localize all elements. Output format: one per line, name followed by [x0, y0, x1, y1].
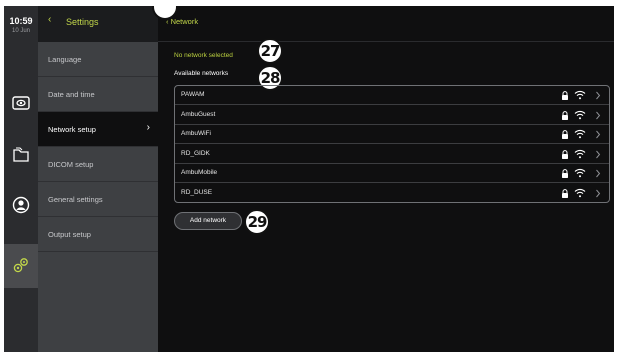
network-name: RD_GIDK	[181, 149, 210, 157]
network-status-text: No network selected	[174, 52, 233, 59]
wifi-icon	[574, 110, 586, 119]
left-rail: 10:59 10 Jun	[4, 6, 38, 352]
network-row[interactable]: AmbuMobile	[175, 164, 609, 184]
menu-item-language[interactable]: Language	[38, 42, 158, 77]
network-title: Network	[170, 17, 199, 26]
callout-29: 29	[244, 209, 270, 235]
wifi-icon	[574, 188, 586, 197]
lock-icon	[562, 188, 568, 198]
menu-item-output-setup[interactable]: Output setup	[38, 217, 158, 252]
menu-item-label: Language	[48, 55, 82, 64]
network-row[interactable]: RD_DUSE	[175, 184, 609, 203]
network-name: AmbuMobile	[181, 169, 218, 176]
chevron-right-icon	[596, 150, 601, 158]
back-chevron-icon[interactable]: ‹	[48, 14, 51, 25]
lock-icon	[562, 91, 568, 100]
clock-time: 10:59	[9, 16, 33, 26]
menu-item-date-and-time[interactable]: Date and time	[38, 77, 158, 112]
lock-icon	[562, 110, 568, 120]
network-name: PAWAM	[181, 91, 205, 98]
lock-icon	[562, 169, 568, 178]
clock-date: 10 Jun	[11, 28, 30, 34]
wifi-icon	[574, 90, 586, 100]
wifi-icon	[574, 129, 586, 139]
image-icon[interactable]	[11, 94, 31, 112]
network-panel: ‹ Network No network selected 27 Availab…	[158, 6, 614, 352]
network-row[interactable]: PAWAM	[175, 86, 609, 106]
network-name: RD_DUSE	[181, 188, 213, 196]
settings-title: Settings	[66, 17, 99, 27]
menu-item-label: Network setup	[48, 125, 96, 134]
network-row[interactable]: RD_GIDK	[175, 145, 609, 164]
callout-27: 27	[257, 38, 283, 64]
chevron-right-icon	[596, 189, 601, 197]
device-screen: 10:59 10 Jun ‹ Settings Language Date an…	[4, 6, 614, 352]
chevron-right-icon: ›	[146, 122, 150, 133]
menu-item-network-setup[interactable]: Network setup ›	[38, 112, 158, 147]
menu-item-label: General settings	[48, 195, 103, 204]
chevron-right-icon	[596, 111, 601, 119]
folder-icon[interactable]	[11, 146, 31, 164]
menu-item-label: Date and time	[48, 90, 95, 99]
add-network-button[interactable]: Add network	[174, 212, 242, 230]
menu-item-dicom-setup[interactable]: DICOM setup	[38, 147, 158, 182]
chevron-right-icon	[596, 130, 601, 139]
wifi-icon	[574, 149, 586, 158]
gear-icon[interactable]	[11, 256, 31, 274]
wifi-icon	[574, 168, 586, 178]
settings-header: ‹ Settings	[38, 6, 158, 42]
chevron-right-icon	[596, 169, 601, 178]
available-networks-label: Available networks	[174, 70, 229, 77]
menu-item-general-settings[interactable]: General settings	[38, 182, 158, 217]
network-row[interactable]: AmbuGuest	[175, 106, 609, 125]
network-list: PAWAM AmbuGuest AmbuWiFi RD_GIDK AmbuMob…	[174, 85, 610, 203]
lock-icon	[562, 130, 568, 139]
user-icon[interactable]	[11, 196, 31, 214]
network-name: AmbuWiFi	[181, 130, 211, 137]
settings-menu: ‹ Settings Language Date and time Networ…	[38, 6, 158, 352]
chevron-right-icon	[596, 91, 601, 100]
lock-icon	[562, 149, 568, 159]
network-row[interactable]: AmbuWiFi	[175, 125, 609, 145]
network-name: AmbuGuest	[181, 110, 216, 118]
menu-item-label: Output setup	[48, 230, 91, 239]
menu-item-label: DICOM setup	[48, 160, 94, 169]
network-header[interactable]: ‹ Network	[158, 6, 614, 42]
